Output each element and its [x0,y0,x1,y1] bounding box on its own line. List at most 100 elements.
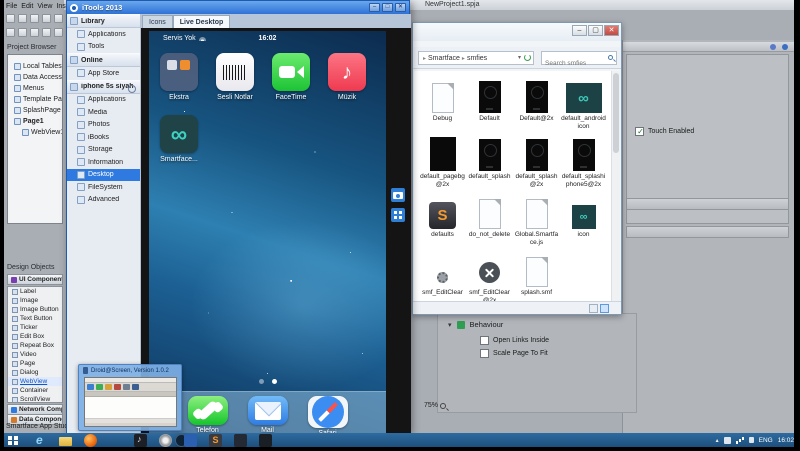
component-item[interactable]: Container [8,386,62,395]
dock-app-icon[interactable] [248,396,288,425]
sidebar-item[interactable]: FileSystem [67,181,140,194]
taskbar-icon[interactable] [84,434,97,447]
file-tile[interactable]: do_not_delete [466,191,513,249]
touch-enabled-checkbox[interactable] [635,127,644,136]
collapsed-section-strip[interactable] [626,226,789,238]
breadcrumb[interactable]: ▸ Smartface ▸ smfies ▾ [418,51,534,65]
collapse-arrow-icon[interactable]: ▾ [448,321,452,329]
sidebar-item[interactable]: iphone 5s siyah [67,80,140,94]
file-tile[interactable]: default_splash@2x [513,133,560,191]
file-tile[interactable]: icon [560,191,607,249]
component-item[interactable]: ScrollView [8,395,62,403]
search-input[interactable] [542,58,616,70]
scrollbar[interactable] [611,71,620,303]
file-tile[interactable]: Default [466,75,513,133]
droidscreen-window[interactable]: Droid@Screen, Version 1.0.2 [78,364,182,431]
sidebar-item[interactable]: Applications [67,28,140,41]
file-tile[interactable]: default_androidicon [560,75,607,133]
dock-app-icon[interactable] [308,396,348,428]
toolbar-button[interactable] [30,14,39,23]
behaviour-header[interactable]: ▾ Behaviour [448,320,503,329]
close-button[interactable]: ✕ [604,25,619,36]
component-item[interactable]: Label [8,287,62,296]
breadcrumb-item[interactable]: smfies [467,55,487,62]
tree-item[interactable]: Data Access [8,72,62,83]
dock-app-cell[interactable]: Safari [305,396,351,434]
maximize-button[interactable]: ▢ [588,25,603,36]
search-icon[interactable] [608,55,613,60]
sidebar-item[interactable]: App Store [67,67,140,80]
touch-enabled-row[interactable]: Touch Enabled [635,127,694,136]
details-view-button[interactable] [589,304,598,313]
app-icon[interactable] [328,53,366,91]
maximize-button[interactable]: □ [382,3,393,12]
sidebar-item[interactable]: Tools [67,41,140,54]
app-cell[interactable]: Müzik [327,53,367,101]
menu-item[interactable]: File [6,3,17,10]
component-item[interactable]: Dialog [8,368,62,377]
menu-item[interactable]: View [37,3,52,10]
sidebar-item[interactable]: Photos [67,119,140,132]
file-tile[interactable]: Default@2x [513,75,560,133]
toolbar-button[interactable] [18,14,27,23]
droidscreen-preview[interactable] [84,377,177,427]
taskbar-icon[interactable] [159,434,172,447]
tab[interactable]: Live Desktop [173,15,231,28]
component-item[interactable]: Ticker [8,323,62,332]
minimize-button[interactable]: – [572,25,587,36]
tree-item[interactable]: Menus [8,83,62,94]
tab[interactable]: Icons [142,15,173,28]
clock[interactable]: 16:02 [778,437,794,444]
app-icon[interactable] [216,53,254,91]
tray-expand-icon[interactable]: ▴ [716,437,719,444]
taskbar-icon[interactable] [59,437,72,446]
minimize-button[interactable]: – [369,3,380,12]
file-tile[interactable]: smf_EditClear [419,249,466,307]
language-indicator[interactable]: ENG [759,437,773,444]
behaviour-option[interactable]: Open Links Inside [480,336,549,345]
file-tile[interactable]: defaults [419,191,466,249]
address-dropdown-icon[interactable]: ▾ [518,54,521,61]
tree-item[interactable]: Local Tables [8,61,62,72]
app-icon[interactable] [160,53,198,91]
tray-icon[interactable] [724,437,731,444]
component-item[interactable]: Edit Box [8,332,62,341]
file-tile[interactable]: splash.smf [513,249,560,307]
component-item[interactable]: Repeat Box [8,341,62,350]
toolbar-button[interactable] [54,28,63,37]
magnifier-icon[interactable] [440,403,446,409]
thumbnail-view-button[interactable] [600,304,609,313]
file-tile[interactable]: smf_EditClear@2x [466,249,513,307]
menu-item[interactable]: Edit [21,3,33,10]
file-tile[interactable]: Debug [419,75,466,133]
ui-components-header[interactable]: UI Components [7,274,63,285]
sidebar-item[interactable]: Information [67,156,140,169]
sidebar-item[interactable]: Desktop [67,169,140,182]
component-item[interactable]: Video [8,350,62,359]
tree-item[interactable]: Template Pages [8,94,62,105]
panel-help-icon[interactable] [782,44,788,50]
taskbar-icon[interactable] [134,434,147,447]
network-icon[interactable] [736,436,744,444]
behaviour-checkbox[interactable] [480,349,489,358]
sidebar-item[interactable]: Advanced [67,194,140,207]
dock-app-cell[interactable]: Mail [245,396,291,434]
component-item[interactable]: Text Button [8,314,62,323]
itools-titlebar[interactable]: iTools 2013 – □ ✕ [67,1,409,14]
component-item[interactable]: Image Button [8,305,62,314]
dock-app-cell[interactable]: Telefon [185,396,231,434]
breadcrumb-item[interactable]: Smartface [428,55,460,62]
component-item[interactable]: Image [8,296,62,305]
file-tile[interactable]: Global.Smartface.js [513,191,560,249]
file-tile[interactable]: default_splash [466,133,513,191]
sidebar-item[interactable]: Online [67,53,140,67]
tree-item[interactable]: Page1 [8,116,62,127]
component-item[interactable]: WebView [8,377,62,386]
toolbar-button[interactable] [18,28,27,37]
explorer-titlebar[interactable]: – ▢ ✕ [413,23,621,41]
toolbar-button[interactable] [6,28,15,37]
panel-pin-icon[interactable] [770,44,776,50]
volume-icon[interactable] [749,437,754,443]
app-cell[interactable]: Sesli Notlar [215,53,255,101]
behaviour-option[interactable]: Scale Page To Fit [480,349,549,358]
